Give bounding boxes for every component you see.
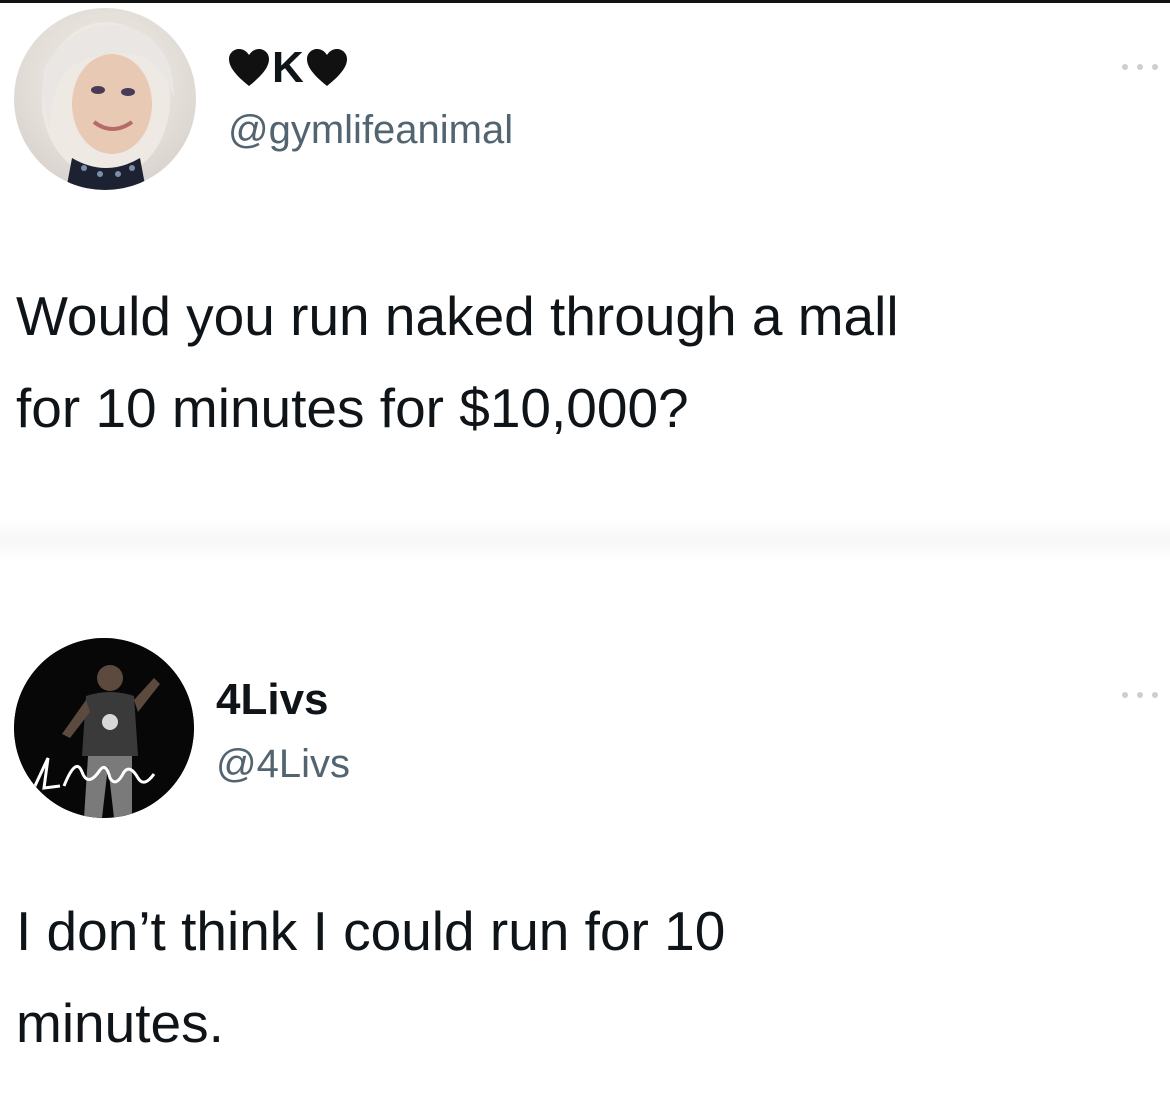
black-heart-icon <box>306 49 347 86</box>
display-name: K <box>272 43 304 92</box>
tweet-reply[interactable]: 4Livs @4Livs I don’t think I could run f… <box>0 560 1170 1113</box>
avatar-4livs[interactable] <box>14 638 194 818</box>
avatar-gymlifeanimal[interactable] <box>14 8 196 190</box>
display-name[interactable]: 4Livs <box>216 672 329 728</box>
display-name-row[interactable]: K <box>228 40 348 96</box>
dot <box>1137 692 1143 698</box>
dot <box>1122 692 1128 698</box>
tweet-text: Would you run naked through a mall for 1… <box>16 270 1156 454</box>
username-handle[interactable]: @4Livs <box>216 736 350 792</box>
tweet-text-line: minutes. <box>16 992 224 1054</box>
more-dots-icon[interactable] <box>1122 62 1158 72</box>
avatar-photo <box>42 22 174 190</box>
dot <box>1152 692 1158 698</box>
dot <box>1122 64 1128 70</box>
tweet-text-line: I don’t think I could run for 10 <box>16 900 726 962</box>
tweet-original[interactable]: K @gymlifeanimal Would you run naked thr… <box>0 0 1170 520</box>
black-heart-icon <box>229 49 269 86</box>
avatar-photo <box>14 638 194 818</box>
dot <box>1137 64 1143 70</box>
tweet-divider <box>0 520 1170 560</box>
tweet-text: I don’t think I could run for 10 minutes… <box>16 885 1156 1069</box>
tweet-text-line: for 10 minutes for $10,000? <box>16 377 689 439</box>
username-handle[interactable]: @gymlifeanimal <box>228 102 513 158</box>
more-dots-icon[interactable] <box>1122 690 1158 700</box>
tweet-text-line: Would you run naked through a mall <box>16 285 899 347</box>
dot <box>1152 64 1158 70</box>
